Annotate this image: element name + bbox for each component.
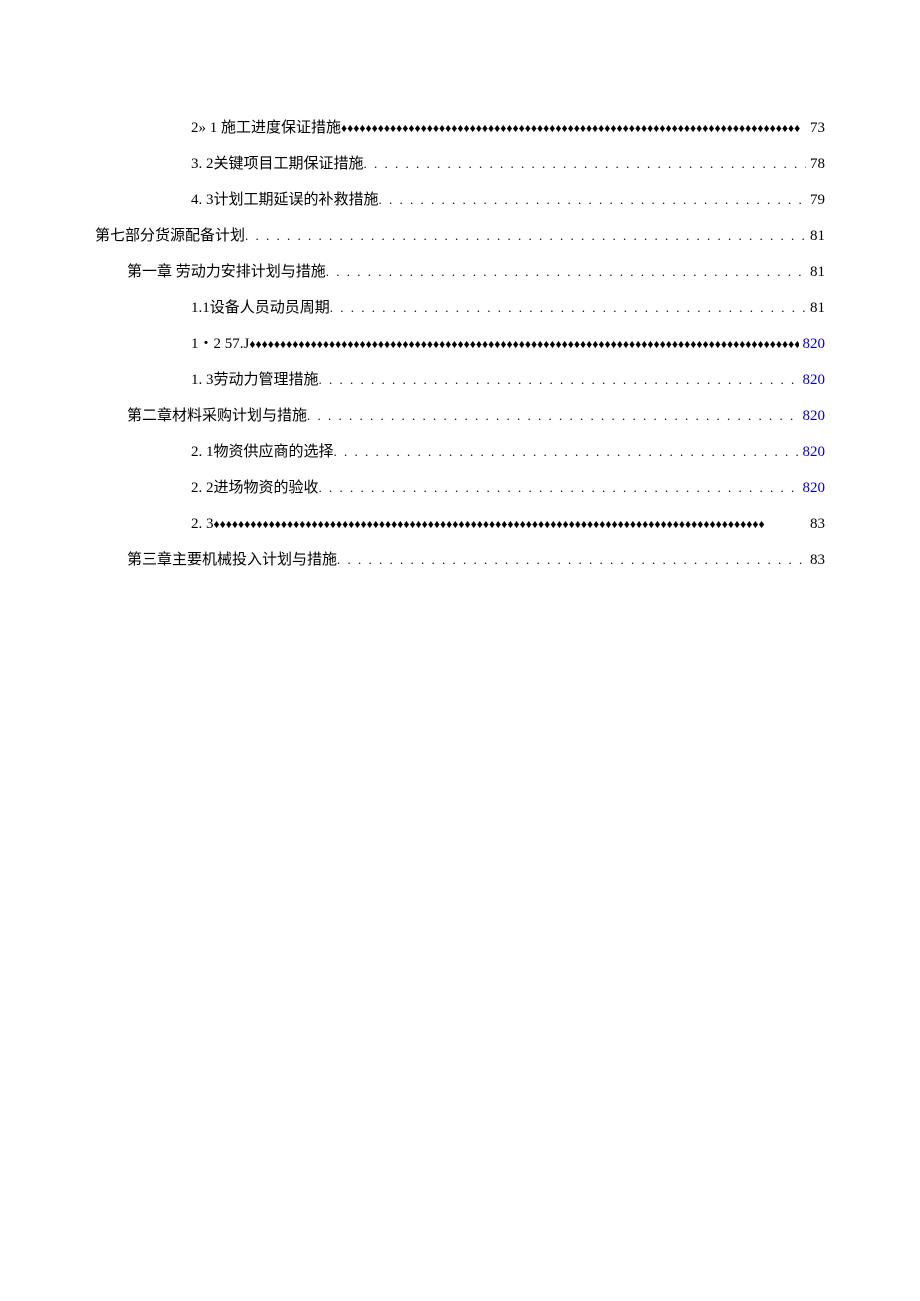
toc-label: 1.1设备人员动员周期 [191,290,330,326]
leader-dots: . . . . . . . . . . . . . . . . . . . . … [245,220,806,251]
leader-diamond: ♦♦♦♦♦♦♦♦♦♦♦♦♦♦♦♦♦♦♦♦♦♦♦♦♦♦♦♦♦♦♦♦♦♦♦♦♦♦♦♦… [249,330,798,359]
toc-entry: 4. 3计划工期延误的补救措施. . . . . . . . . . . . .… [95,182,825,218]
leader-dots: . . . . . . . . . . . . . . . . . . . . … [364,148,806,179]
toc-page-number[interactable]: 820 [799,434,826,470]
leader-dots: . . . . . . . . . . . . . . . . . . . . … [319,472,799,503]
toc-label: 第二章材料采购计划与措施 [127,398,307,434]
leader-dots: . . . . . . . . . . . . . . . . . . . . … [330,292,806,323]
toc-label: 2. 1物资供应商的选择 [191,434,334,470]
toc-label: 第七部分货源配备计划 [95,218,245,254]
leader-dots: . . . . . . . . . . . . . . . . . . . . … [319,364,799,395]
leader-dots: . . . . . . . . . . . . . . . . . . . . … [334,436,799,467]
toc-page-number: 79 [806,182,825,218]
toc-entry: 2» 1 施工进度保证措施♦♦♦♦♦♦♦♦♦♦♦♦♦♦♦♦♦♦♦♦♦♦♦♦♦♦♦… [95,110,825,146]
toc-label: 第三章主要机械投入计划与措施 [127,542,337,578]
toc-entry: 第三章主要机械投入计划与措施 . . . . . . . . . . . . .… [95,542,825,578]
toc-entry: 2. 2进场物资的验收. . . . . . . . . . . . . . .… [95,470,825,506]
toc-entry: 1・2 57.J♦♦♦♦♦♦♦♦♦♦♦♦♦♦♦♦♦♦♦♦♦♦♦♦♦♦♦♦♦♦♦♦… [95,326,825,362]
toc-entry: 3. 2关键项目工期保证措施. . . . . . . . . . . . . … [95,146,825,182]
toc-label: 第一章 劳动力安排计划与措施 [127,254,326,290]
toc-page-number: 81 [806,218,825,254]
toc-label: 3. 2关键项目工期保证措施 [191,146,364,182]
toc-label: 1・2 57.J [191,326,249,362]
toc-page-number[interactable]: 820 [799,362,826,398]
toc-page-number: 81 [806,290,825,326]
toc-entry: 1. 3劳动力管理措施. . . . . . . . . . . . . . .… [95,362,825,398]
toc-page-number: 81 [806,254,825,290]
toc-page-number: 73 [800,110,825,146]
leader-dots: . . . . . . . . . . . . . . . . . . . . … [326,256,806,287]
toc-entry: 2. 3 ♦♦♦♦♦♦♦♦♦♦♦♦♦♦♦♦♦♦♦♦♦♦♦♦♦♦♦♦♦♦♦♦♦♦♦… [95,506,825,542]
leader-dots: . . . . . . . . . . . . . . . . . . . . … [307,400,798,431]
toc-page-number[interactable]: 820 [799,326,826,362]
toc-entry: 1.1设备人员动员周期. . . . . . . . . . . . . . .… [95,290,825,326]
leader-dots: . . . . . . . . . . . . . . . . . . . . … [379,184,806,215]
toc-entry: 第七部分货源配备计划. . . . . . . . . . . . . . . … [95,218,825,254]
toc-page-number: 83 [806,542,825,578]
toc-page-number[interactable]: 820 [799,470,826,506]
toc-label: 4. 3计划工期延误的补救措施 [191,182,379,218]
leader-dots: . . . . . . . . . . . . . . . . . . . . … [337,544,806,575]
toc-label: 2» 1 施工进度保证措施 [191,110,341,146]
toc-page-number: 78 [806,146,825,182]
toc-label: 2. 3 [191,506,214,542]
leader-diamond: ♦♦♦♦♦♦♦♦♦♦♦♦♦♦♦♦♦♦♦♦♦♦♦♦♦♦♦♦♦♦♦♦♦♦♦♦♦♦♦♦… [341,114,800,143]
toc-label: 1. 3劳动力管理措施 [191,362,319,398]
leader-diamond: ♦♦♦♦♦♦♦♦♦♦♦♦♦♦♦♦♦♦♦♦♦♦♦♦♦♦♦♦♦♦♦♦♦♦♦♦♦♦♦♦… [214,510,807,539]
toc-entry: 第一章 劳动力安排计划与措施 . . . . . . . . . . . . .… [95,254,825,290]
table-of-contents: 2» 1 施工进度保证措施♦♦♦♦♦♦♦♦♦♦♦♦♦♦♦♦♦♦♦♦♦♦♦♦♦♦♦… [95,110,825,578]
toc-label: 2. 2进场物资的验收 [191,470,319,506]
toc-entry: 第二章材料采购计划与措施 . . . . . . . . . . . . . .… [95,398,825,434]
toc-page-number: 83 [806,506,825,542]
toc-page-number[interactable]: 820 [799,398,826,434]
toc-entry: 2. 1物资供应商的选择. . . . . . . . . . . . . . … [95,434,825,470]
